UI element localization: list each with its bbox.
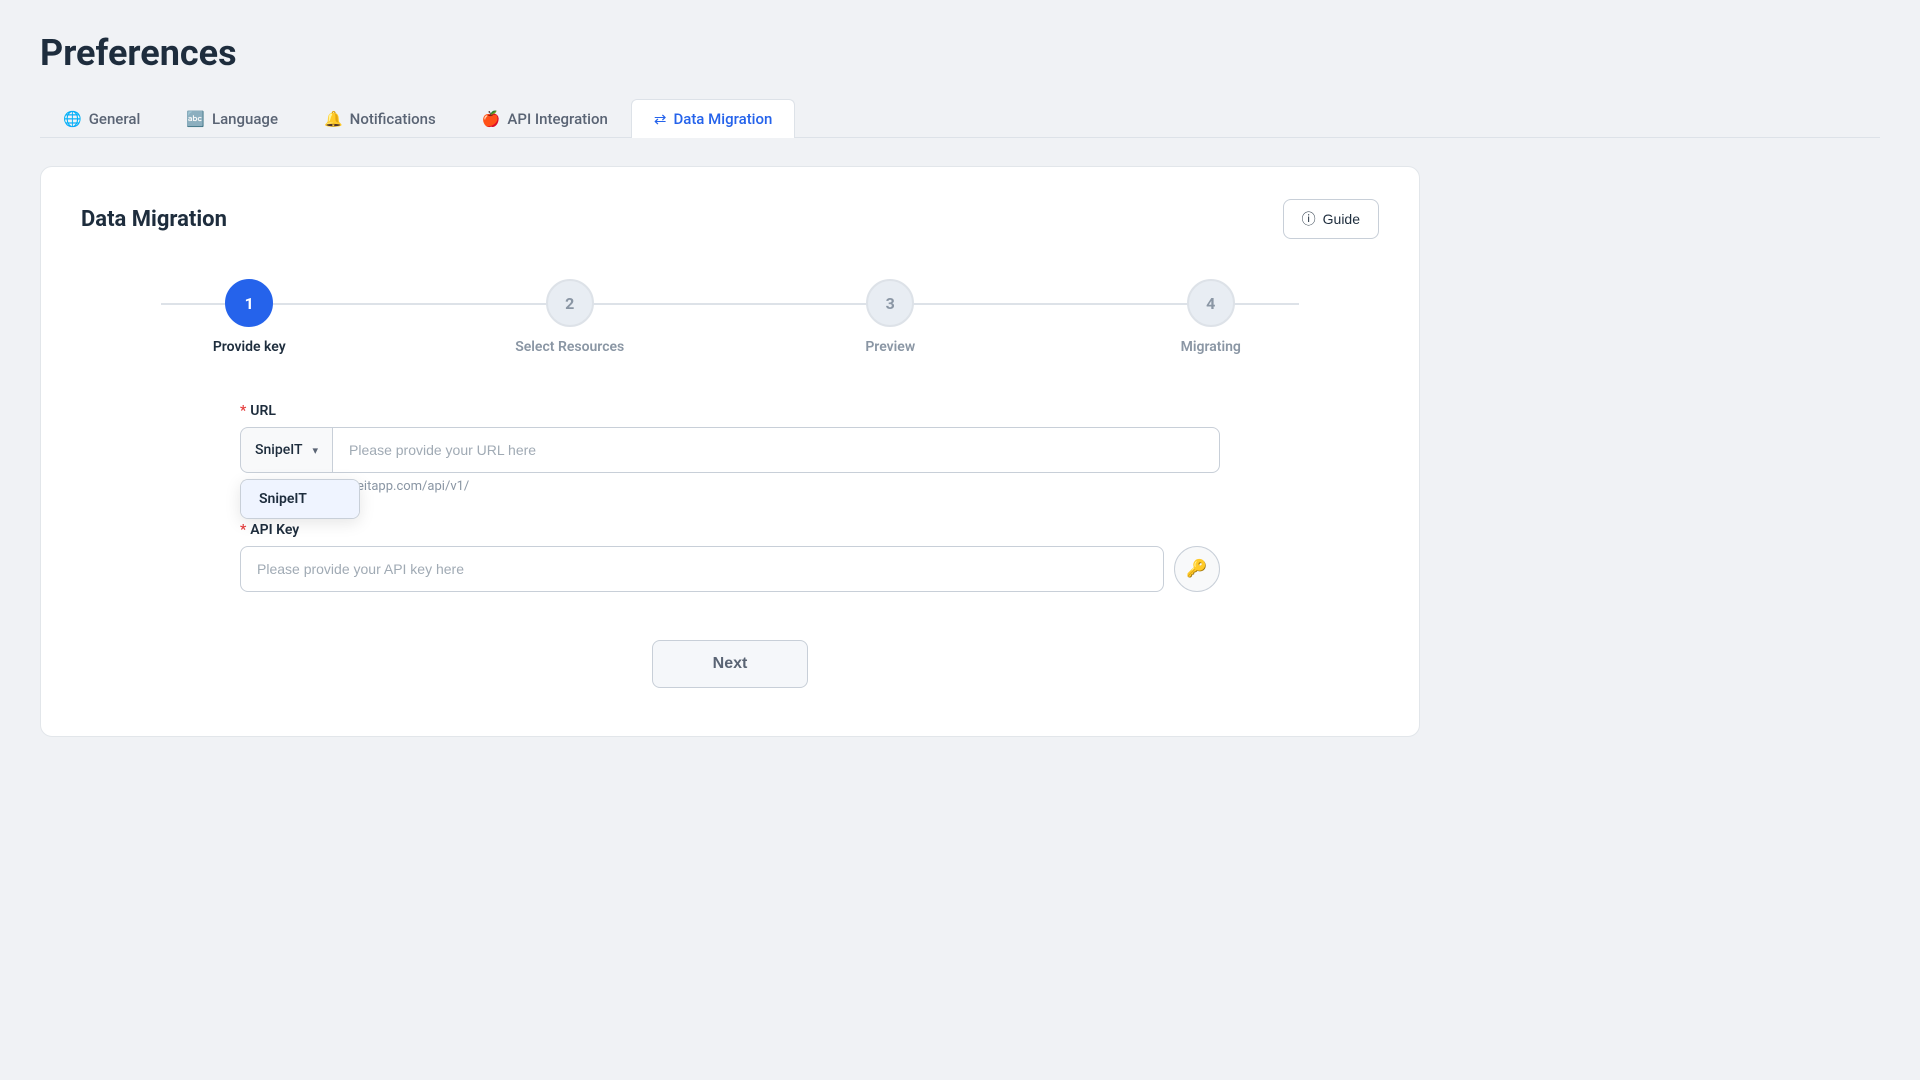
step-3: 3 Preview	[730, 279, 1051, 355]
form-section: * URL SnipeIT ▾ SnipeIT https://develop.…	[240, 403, 1220, 688]
card-title: Data Migration	[81, 207, 227, 232]
url-hint: https://develop.snipeitapp.com/api/v1/	[240, 479, 1220, 494]
url-field-group: * URL SnipeIT ▾ SnipeIT https://develop.…	[240, 403, 1220, 494]
generate-key-button[interactable]: 🔑	[1174, 546, 1220, 592]
url-label: * URL	[240, 403, 1220, 419]
url-input[interactable]	[332, 427, 1220, 473]
tab-data-migration[interactable]: ⇄ Data Migration	[631, 99, 796, 138]
api-key-label: * API Key	[240, 522, 1220, 538]
page-title: Preferences	[40, 32, 1880, 74]
apple-icon: 🍎	[482, 110, 501, 128]
guide-button[interactable]: ⓘ Guide	[1283, 199, 1379, 239]
globe-icon: 🌐	[63, 110, 82, 128]
next-button[interactable]: Next	[652, 640, 809, 688]
step-label-3: Preview	[865, 339, 915, 355]
stepper: 1 Provide key 2 Select Resources 3 Previ…	[81, 279, 1379, 355]
step-circle-1: 1	[225, 279, 273, 327]
step-2: 2 Select Resources	[410, 279, 731, 355]
step-label-1: Provide key	[213, 339, 286, 355]
url-type-select[interactable]: SnipeIT ▾	[240, 427, 332, 473]
url-type-dropdown: SnipeIT	[240, 479, 360, 519]
step-circle-2: 2	[546, 279, 594, 327]
step-circle-4: 4	[1187, 279, 1235, 327]
step-circle-3: 3	[866, 279, 914, 327]
url-input-row: SnipeIT ▾ SnipeIT	[240, 427, 1220, 473]
help-circle-icon: ⓘ	[1302, 209, 1316, 229]
key-icon: 🔑	[1186, 559, 1207, 579]
step-4: 4 Migrating	[1051, 279, 1372, 355]
language-icon: 🔤	[186, 110, 205, 128]
tab-language[interactable]: 🔤 Language	[163, 99, 301, 138]
chevron-down-icon: ▾	[313, 444, 319, 457]
bell-icon: 🔔	[324, 110, 343, 128]
next-button-row: Next	[240, 640, 1220, 688]
migration-icon: ⇄	[654, 110, 667, 128]
step-label-4: Migrating	[1181, 339, 1241, 355]
card-header: Data Migration ⓘ Guide	[81, 199, 1379, 239]
tab-api-integration[interactable]: 🍎 API Integration	[459, 99, 631, 138]
api-key-input[interactable]	[240, 546, 1164, 592]
tab-notifications[interactable]: 🔔 Notifications	[301, 99, 459, 138]
step-1: 1 Provide key	[89, 279, 410, 355]
dropdown-item-snipeit[interactable]: SnipeIT	[241, 480, 359, 518]
api-key-row: 🔑	[240, 546, 1220, 592]
tabs-bar: 🌐 General 🔤 Language 🔔 Notifications 🍎 A…	[40, 98, 1880, 138]
api-key-field-group: * API Key 🔑	[240, 522, 1220, 592]
main-card: Data Migration ⓘ Guide 1 Provide key 2 S…	[40, 166, 1420, 737]
tab-general[interactable]: 🌐 General	[40, 99, 163, 138]
step-label-2: Select Resources	[515, 339, 624, 355]
